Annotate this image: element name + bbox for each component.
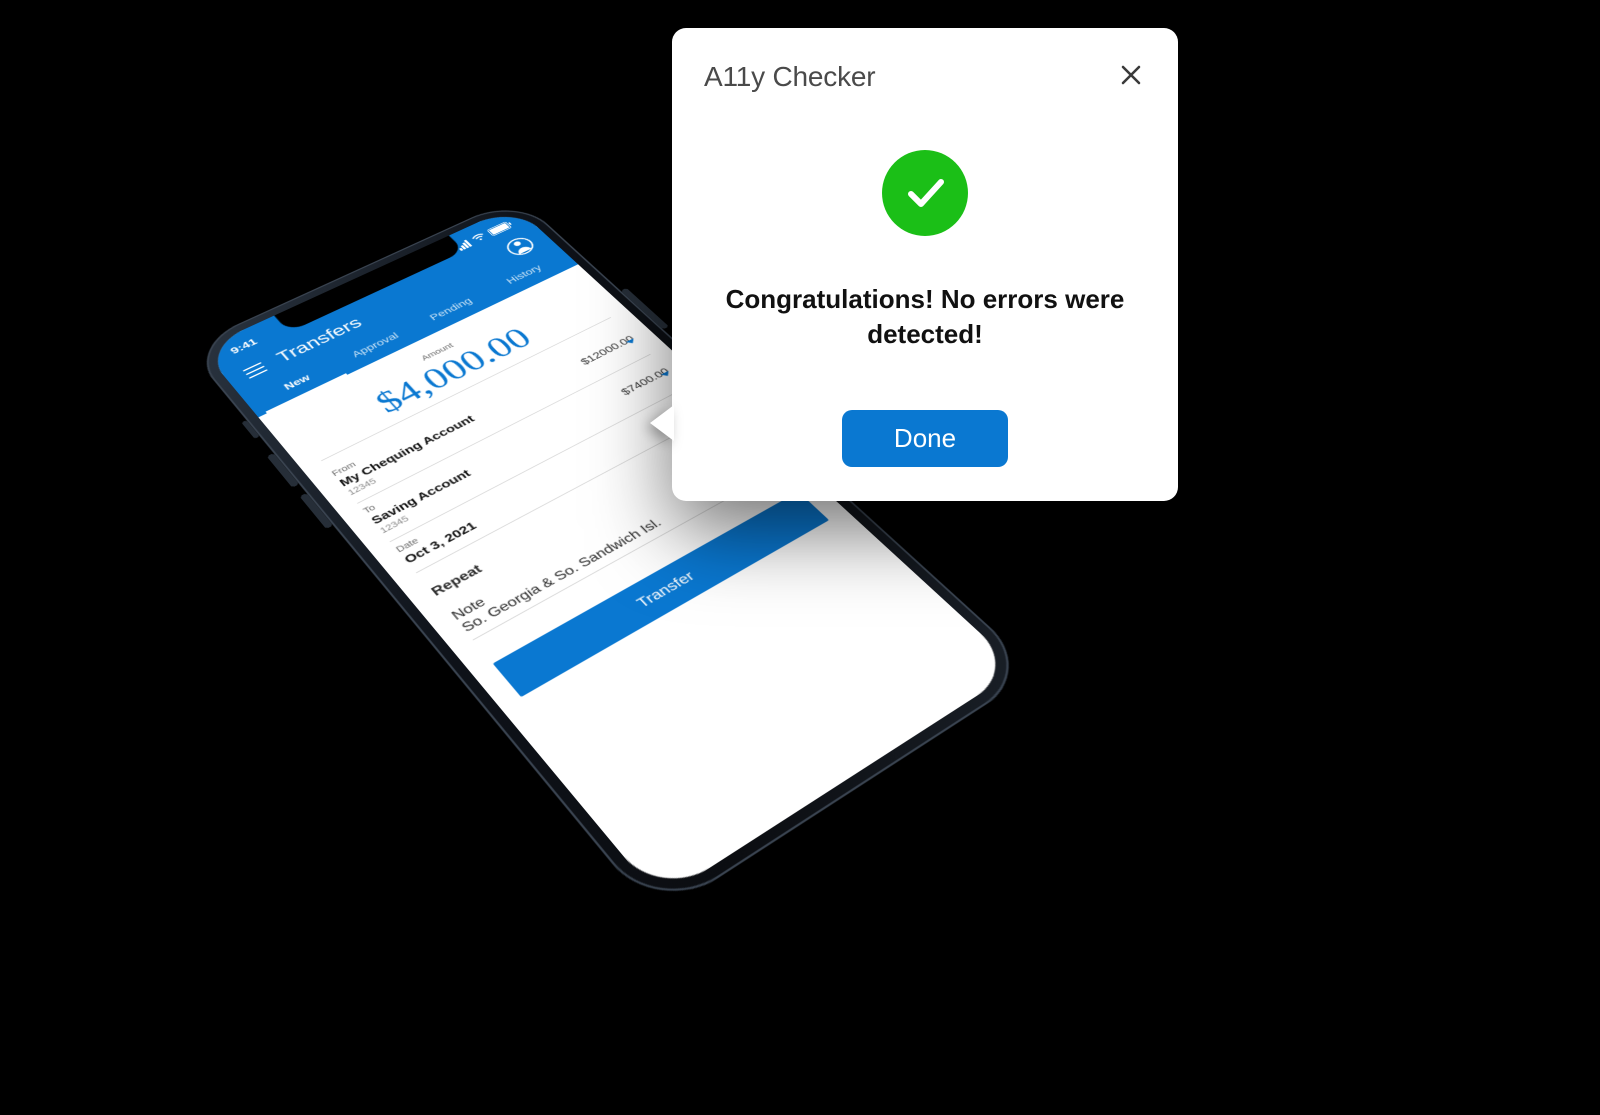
popup-title: A11y Checker	[704, 61, 875, 93]
note-value: So. Georgia & So. Sandwich Isl.	[459, 516, 665, 635]
success-check-icon	[882, 150, 968, 236]
close-icon[interactable]	[1116, 60, 1146, 94]
done-button[interactable]: Done	[842, 410, 1008, 467]
popup-message: Congratulations! No errors were detected…	[704, 282, 1146, 352]
transfer-button[interactable]: Transfer	[493, 492, 829, 698]
repeat-label: Repeat	[429, 563, 486, 600]
a11y-checker-popup: A11y Checker Congratulations! No errors …	[672, 28, 1178, 501]
popup-pointer	[650, 405, 674, 441]
date-value: Oct 3, 2021	[402, 520, 480, 567]
